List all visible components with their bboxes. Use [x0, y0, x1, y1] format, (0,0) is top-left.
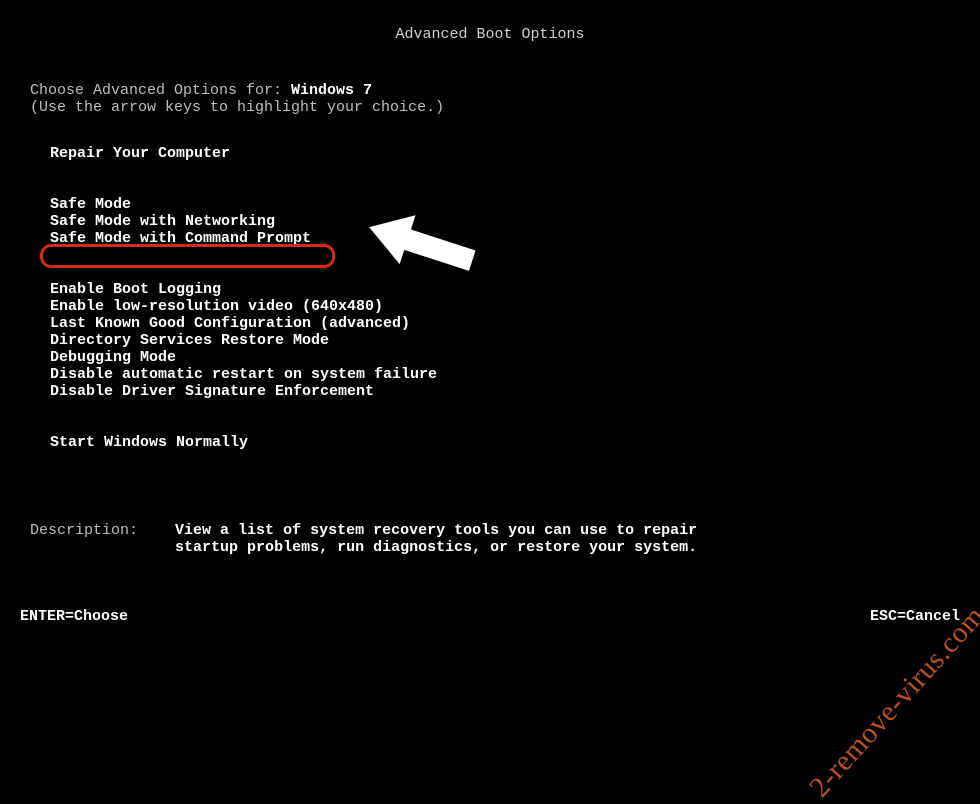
menu-item-start-normally[interactable]: Start Windows Normally	[50, 434, 437, 451]
footer-esc-hint: ESC=Cancel	[870, 608, 960, 625]
description-text: View a list of system recovery tools you…	[175, 522, 697, 557]
description-label: Description:	[30, 522, 138, 539]
intro-os-name: Windows 7	[291, 82, 372, 99]
menu-item-safe-mode[interactable]: Safe Mode	[50, 196, 437, 213]
footer-hints: ENTER=Choose ESC=Cancel	[20, 608, 960, 625]
footer-enter-hint: ENTER=Choose	[20, 608, 128, 625]
menu-item-repair[interactable]: Repair Your Computer	[50, 145, 437, 162]
boot-menu: Repair Your Computer Safe Mode Safe Mode…	[50, 145, 437, 451]
menu-item-low-res[interactable]: Enable low-resolution video (640x480)	[50, 298, 437, 315]
menu-item-safe-mode-cmd[interactable]: Safe Mode with Command Prompt	[50, 230, 437, 247]
menu-item-disable-auto-restart[interactable]: Disable automatic restart on system fail…	[50, 366, 437, 383]
menu-item-last-known-good[interactable]: Last Known Good Configuration (advanced)	[50, 315, 437, 332]
intro-block: Choose Advanced Options for: Windows 7 (…	[30, 82, 444, 117]
menu-item-ds-restore[interactable]: Directory Services Restore Mode	[50, 332, 437, 349]
menu-item-debugging[interactable]: Debugging Mode	[50, 349, 437, 366]
menu-item-safe-mode-networking[interactable]: Safe Mode with Networking	[50, 213, 437, 230]
intro-prefix: Choose Advanced Options for:	[30, 82, 291, 99]
page-title: Advanced Boot Options	[0, 26, 980, 43]
watermark-text: 2-remove-virus.com	[803, 600, 980, 804]
intro-hint: (Use the arrow keys to highlight your ch…	[30, 99, 444, 116]
menu-item-disable-driver-sig[interactable]: Disable Driver Signature Enforcement	[50, 383, 437, 400]
description-block: Description: View a list of system recov…	[30, 522, 697, 557]
menu-item-boot-logging[interactable]: Enable Boot Logging	[50, 281, 437, 298]
